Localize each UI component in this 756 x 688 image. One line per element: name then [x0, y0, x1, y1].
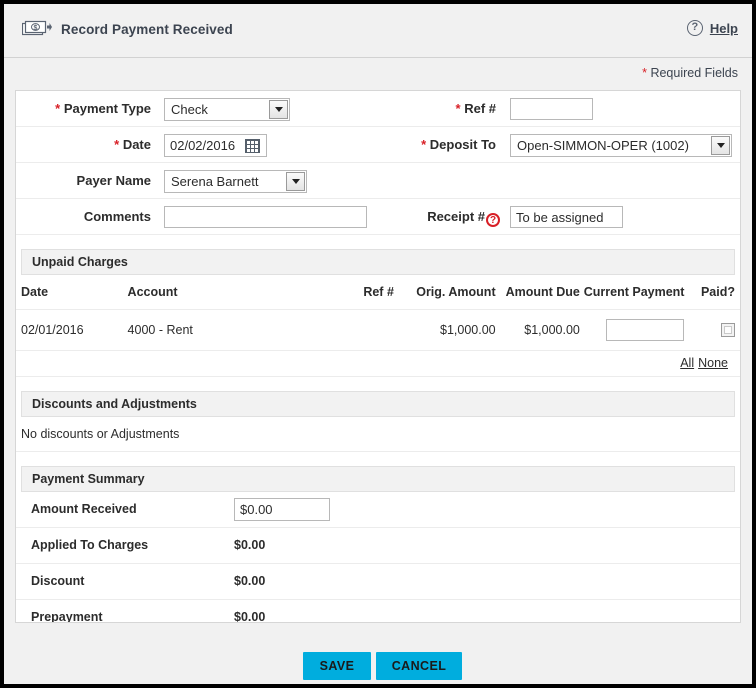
payment-type-label: * Payment Type — [21, 101, 151, 116]
cell-date: 02/01/2016 — [21, 323, 84, 337]
ref-no-label: * Ref # — [356, 101, 496, 116]
payer-name-value: Serena Barnett — [171, 174, 259, 189]
form-card: * Payment Type Check * Ref # * Date 02/0… — [15, 90, 741, 623]
discount-value: $0.00 — [234, 574, 266, 588]
form-row-date: * Date 02/02/2016 * Deposit To Open-SIMM… — [16, 127, 740, 163]
comments-label: Comments — [21, 209, 151, 224]
date-required-star: * — [114, 137, 120, 152]
current-payment-input[interactable] — [606, 319, 685, 341]
deposit-to-required-star: * — [421, 137, 427, 152]
select-all-none-links: All None — [16, 351, 740, 377]
payer-name-select[interactable]: Serena Barnett — [164, 170, 307, 193]
select-all-link[interactable]: All — [680, 356, 694, 370]
form-row-payer-name: Payer Name Serena Barnett — [16, 163, 740, 199]
payer-name-chevron-down-icon[interactable] — [286, 172, 305, 191]
table-row: 02/01/2016 4000 - Rent $1,000.00 $1,000.… — [16, 310, 740, 351]
prepayment-label: Prepayment — [31, 610, 103, 623]
discounts-empty-text: No discounts or Adjustments — [16, 417, 740, 452]
payment-type-select[interactable]: Check — [164, 98, 290, 121]
form-row-payment-type: * Payment Type Check * Ref # — [16, 91, 740, 127]
unpaid-charges-section-header: Unpaid Charges — [21, 249, 735, 275]
ref-no-label-text: Ref # — [464, 101, 496, 116]
amount-received-label: Amount Received — [31, 502, 137, 516]
title-group: $ Record Payment Received — [21, 20, 233, 38]
col-current-payment: Current Payment — [583, 285, 685, 299]
help-group[interactable]: ? Help — [686, 20, 738, 36]
receipt-no-label: Receipt #? — [422, 209, 500, 227]
payer-name-label-text: Payer Name — [76, 173, 151, 188]
col-orig-amount: Orig. Amount — [416, 285, 496, 299]
summary-row-prepayment: Prepayment $0.00 — [16, 600, 740, 623]
required-fields-label: Required Fields — [650, 66, 738, 80]
payment-type-value: Check — [171, 102, 208, 117]
help-link[interactable]: Help — [710, 21, 738, 36]
col-account: Account — [127, 285, 178, 299]
ref-no-input[interactable] — [510, 98, 593, 120]
discounts-section-header: Discounts and Adjustments — [21, 391, 735, 417]
footer-bar: SAVE CANCEL — [4, 624, 752, 684]
select-none-link[interactable]: None — [698, 356, 728, 370]
deposit-to-chevron-down-icon[interactable] — [711, 136, 730, 155]
payment-summary-section-header: Payment Summary — [21, 466, 735, 492]
unpaid-charges-table-header: Date Account Ref # Orig. Amount Amount D… — [16, 275, 740, 310]
cell-paid — [688, 323, 735, 338]
amount-received-input[interactable] — [234, 498, 330, 521]
ref-no-required-star: * — [455, 101, 461, 116]
payment-type-required-star: * — [55, 101, 61, 116]
required-fields-note: * Required Fields — [642, 66, 738, 80]
applied-to-charges-value: $0.00 — [234, 538, 266, 552]
comments-label-text: Comments — [83, 209, 151, 224]
receipt-no-label-text: Receipt # — [427, 209, 485, 224]
cell-account: 4000 - Rent — [127, 323, 193, 337]
col-ref: Ref # — [363, 285, 394, 299]
date-field[interactable]: 02/02/2016 — [164, 134, 267, 157]
col-paid: Paid? — [700, 285, 735, 299]
comments-input[interactable] — [164, 206, 367, 228]
deposit-to-label: * Deposit To — [356, 137, 496, 152]
deposit-to-value: Open-SIMMON-OPER (1002) — [517, 138, 689, 153]
receipt-no-input[interactable] — [510, 206, 623, 228]
cell-amount-due: $1,000.00 — [524, 323, 580, 337]
page-title: Record Payment Received — [61, 21, 233, 37]
payment-type-chevron-down-icon[interactable] — [269, 100, 288, 119]
cell-orig-amount: $1,000.00 — [440, 323, 496, 337]
red-question-icon[interactable]: ? — [486, 213, 500, 227]
deposit-to-label-text: Deposit To — [429, 137, 496, 152]
payment-type-label-text: Payment Type — [63, 101, 151, 116]
payer-name-label: Payer Name — [21, 173, 151, 188]
summary-row-discount: Discount $0.00 — [16, 564, 740, 600]
date-value: 02/02/2016 — [170, 138, 236, 153]
summary-row-amount-received: Amount Received — [16, 492, 740, 528]
title-bar: $ Record Payment Received ? Help — [4, 4, 752, 58]
col-date: Date — [21, 285, 49, 299]
calendar-icon[interactable] — [245, 138, 261, 153]
form-row-comments: Comments Receipt #? — [16, 199, 740, 235]
date-label-text: Date — [122, 137, 151, 152]
required-star: * — [642, 66, 647, 80]
applied-to-charges-label: Applied To Charges — [31, 538, 149, 552]
cancel-button[interactable]: CANCEL — [376, 652, 462, 680]
deposit-to-select[interactable]: Open-SIMMON-OPER (1002) — [510, 134, 732, 157]
col-amount-due: Amount Due — [505, 285, 580, 299]
app-window: $ Record Payment Received ? Help * Requi… — [4, 4, 752, 684]
svg-text:$: $ — [34, 25, 38, 32]
money-bill-icon: $ — [21, 20, 52, 38]
question-circle-icon[interactable]: ? — [686, 20, 703, 36]
paid-checkbox[interactable] — [720, 323, 735, 338]
cell-current-payment — [580, 319, 689, 341]
prepayment-value: $0.00 — [234, 610, 266, 623]
discount-label: Discount — [31, 574, 85, 588]
save-button[interactable]: SAVE — [303, 652, 371, 680]
date-label: * Date — [21, 137, 151, 152]
summary-row-applied-to-charges: Applied To Charges $0.00 — [16, 528, 740, 564]
